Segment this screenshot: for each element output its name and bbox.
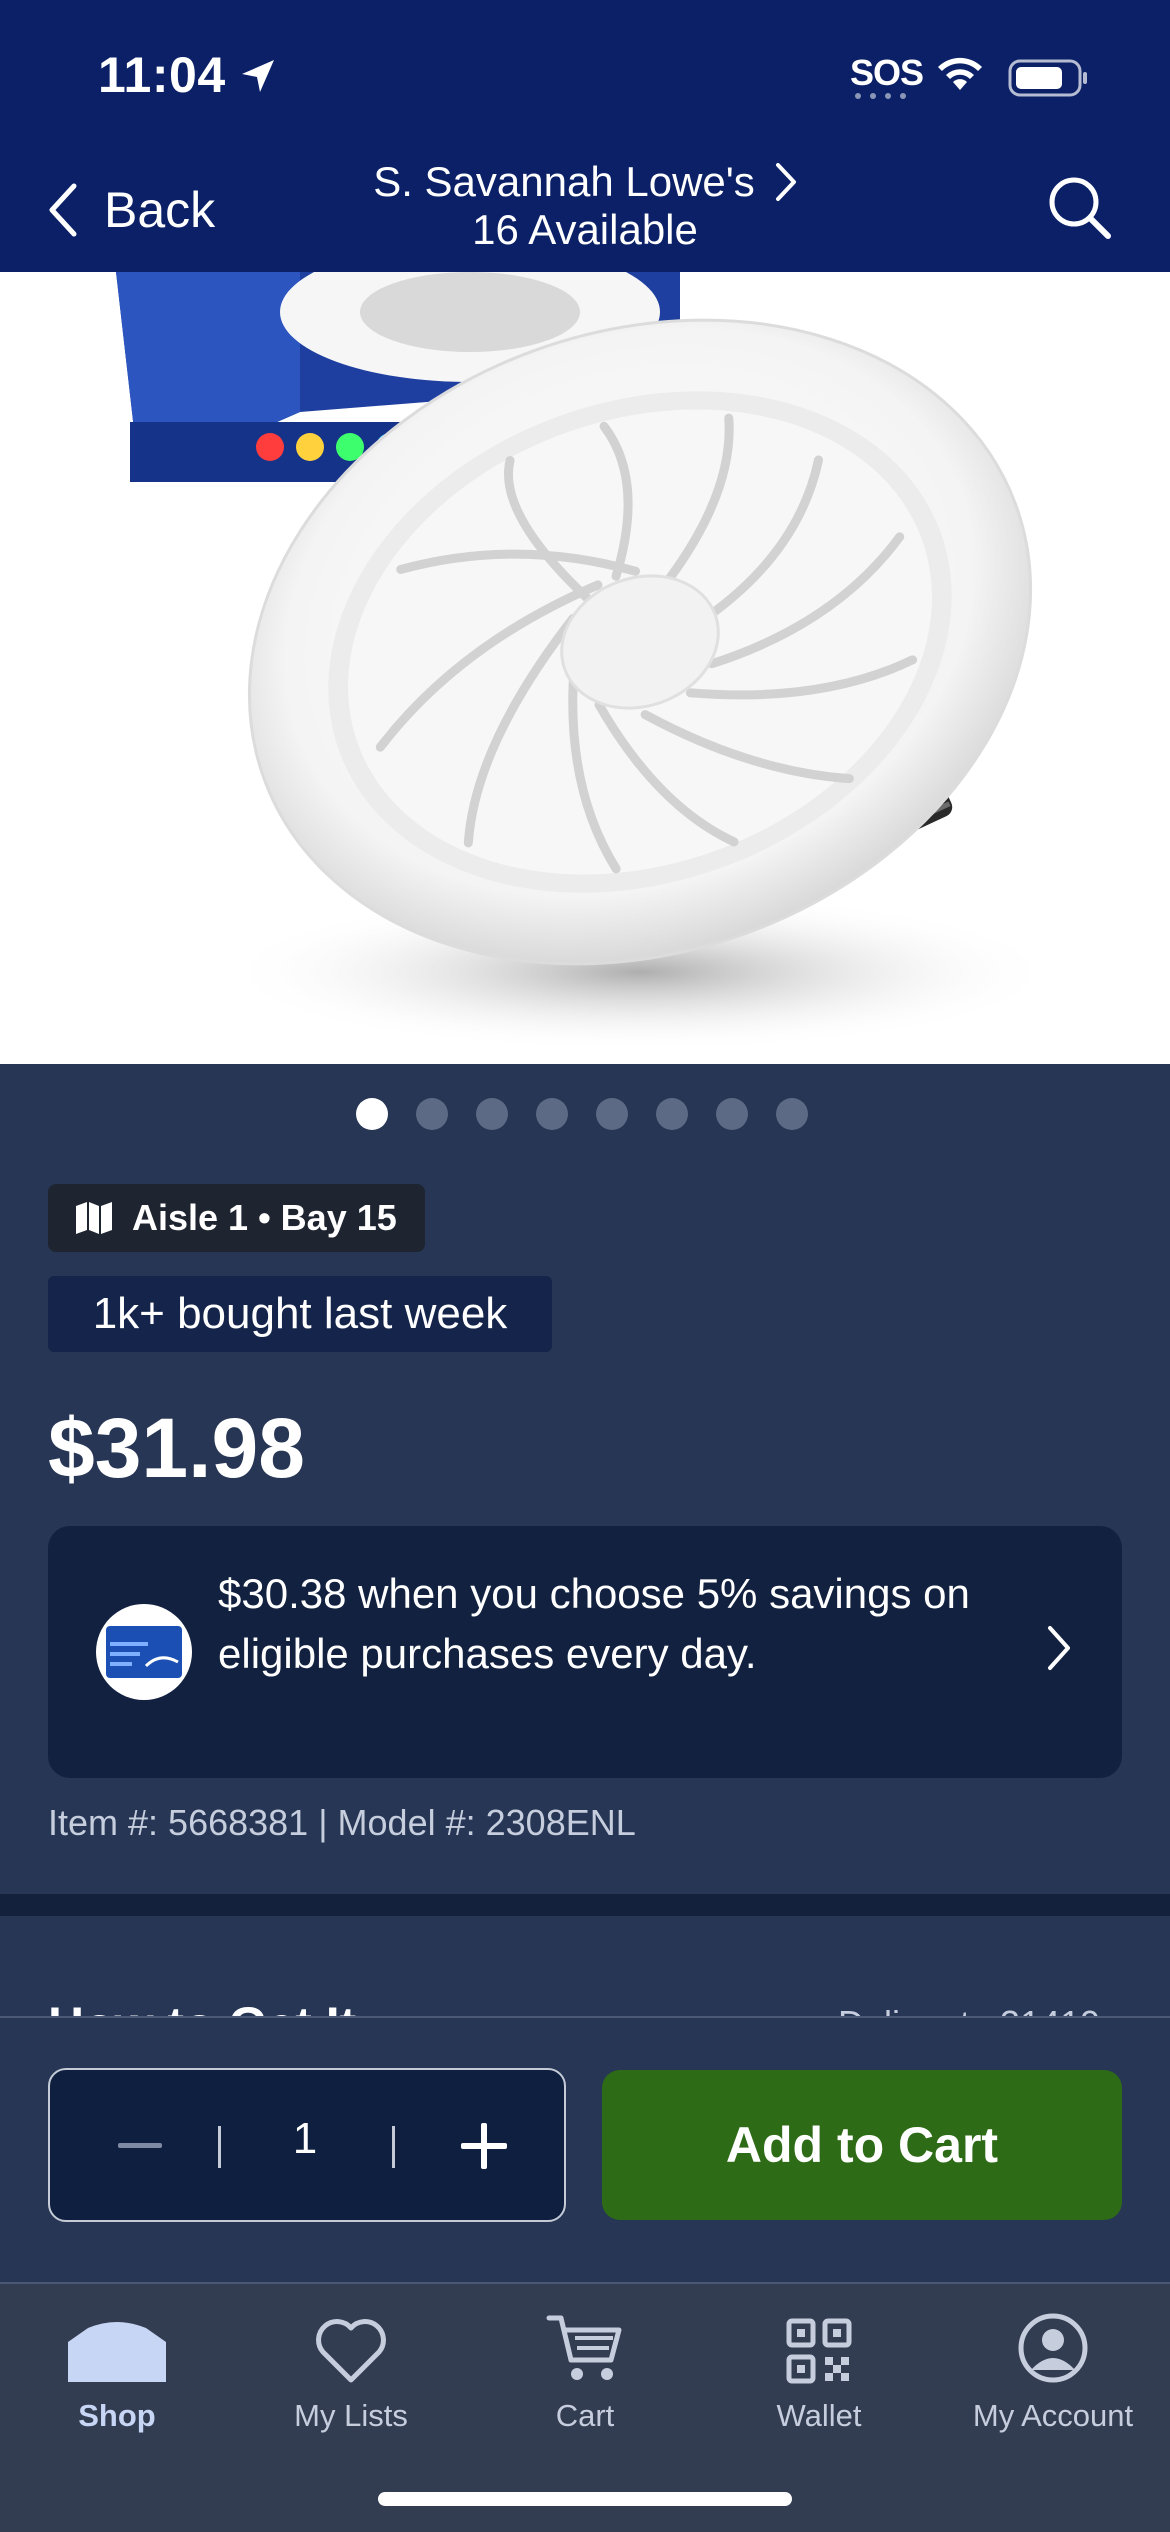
heart-icon: [316, 2319, 386, 2383]
qr-code-icon: [786, 2318, 852, 2384]
sos-indicator: SOS: [850, 52, 924, 93]
decrease-quantity-button[interactable]: [112, 2118, 168, 2174]
wifi-icon: [938, 57, 982, 90]
pagination-dot[interactable]: [776, 1098, 808, 1130]
status-time: 11:04: [98, 47, 226, 103]
back-button[interactable]: Back: [46, 180, 215, 240]
map-icon: [76, 1202, 112, 1234]
tab-label: Cart: [555, 2398, 615, 2433]
back-label: Back: [104, 182, 216, 238]
pagination-dot[interactable]: [476, 1098, 508, 1130]
ceiling-fan-light-bulb-icon: [116, 272, 1060, 1052]
deliver-to-zip[interactable]: Deliver to 31419: [838, 2004, 1100, 2016]
pagination-dot[interactable]: [716, 1098, 748, 1130]
plus-icon: [461, 2123, 507, 2169]
quantity-stepper: 1: [48, 2068, 566, 2222]
pagination-dot[interactable]: [536, 1098, 568, 1130]
signal-dots-icon: [855, 93, 906, 99]
aisle-location-text: Aisle 1 • Bay 15: [132, 1197, 397, 1238]
purchase-action-bar: 1 Add to Cart: [0, 2016, 1170, 2282]
tab-shop[interactable]: Shop: [0, 2300, 234, 2450]
product-price: $31.98: [48, 1401, 305, 1495]
savings-offer-card[interactable]: $30.38 when you choose 5% savings on eli…: [48, 1526, 1122, 1778]
how-to-get-it-heading: How to Get It: [48, 1990, 356, 2016]
chevron-right-icon: [775, 163, 796, 201]
store-availability: 16 Available: [472, 206, 698, 253]
section-divider: [0, 1894, 1170, 1916]
pagination-dot[interactable]: [416, 1098, 448, 1130]
tab-wallet[interactable]: Wallet: [702, 2300, 936, 2450]
product-image[interactable]: [0, 272, 1170, 1064]
increase-quantity-button[interactable]: [456, 2118, 512, 2174]
header: 11:04 SOS Back S. Savannah Lowe's 16 Ava…: [0, 0, 1170, 272]
store-selector[interactable]: S. Savannah Lowe's 16 Available: [330, 158, 840, 254]
add-to-cart-button[interactable]: Add to Cart: [602, 2070, 1122, 2220]
account-icon: [1018, 2313, 1088, 2383]
shop-icon: [68, 2322, 166, 2382]
chevron-left-icon: [49, 183, 77, 237]
store-name: S. Savannah Lowe's: [373, 158, 755, 205]
location-arrow-icon: [242, 60, 274, 92]
quantity-value[interactable]: 1: [250, 2114, 360, 2164]
social-proof-badge: 1k+ bought last week: [48, 1276, 552, 1352]
pagination-dot[interactable]: [596, 1098, 628, 1130]
savings-offer-text: $30.38 when you choose 5% savings on eli…: [218, 1570, 970, 1677]
search-icon[interactable]: [1046, 174, 1114, 242]
tab-cart[interactable]: Cart: [468, 2300, 702, 2450]
credit-card-logo-icon: [96, 1604, 192, 1700]
stepper-divider: [218, 2126, 221, 2168]
bottom-tab-bar: Shop My Lists Cart Wallet My Account: [0, 2282, 1170, 2532]
tab-label: Wallet: [776, 2398, 862, 2433]
minus-icon: [118, 2143, 162, 2148]
tab-label: My Account: [972, 2398, 1134, 2433]
battery-icon: [1008, 59, 1087, 97]
cart-icon: [546, 2315, 622, 2380]
tab-my-account[interactable]: My Account: [936, 2300, 1170, 2450]
pagination-dot-active[interactable]: [356, 1098, 388, 1130]
home-indicator: [378, 2492, 792, 2506]
image-pagination[interactable]: [356, 1098, 808, 1130]
stepper-divider: [392, 2126, 395, 2168]
tab-label: Shop: [78, 2398, 156, 2433]
chevron-right-icon: [1048, 1626, 1070, 1670]
tab-label: My Lists: [294, 2398, 408, 2433]
tab-my-lists[interactable]: My Lists: [234, 2300, 468, 2450]
pagination-dot[interactable]: [656, 1098, 688, 1130]
aisle-location-badge[interactable]: Aisle 1 • Bay 15: [48, 1184, 425, 1252]
item-model-info: Item #: 5668381 | Model #: 2308ENL: [48, 1802, 636, 1843]
